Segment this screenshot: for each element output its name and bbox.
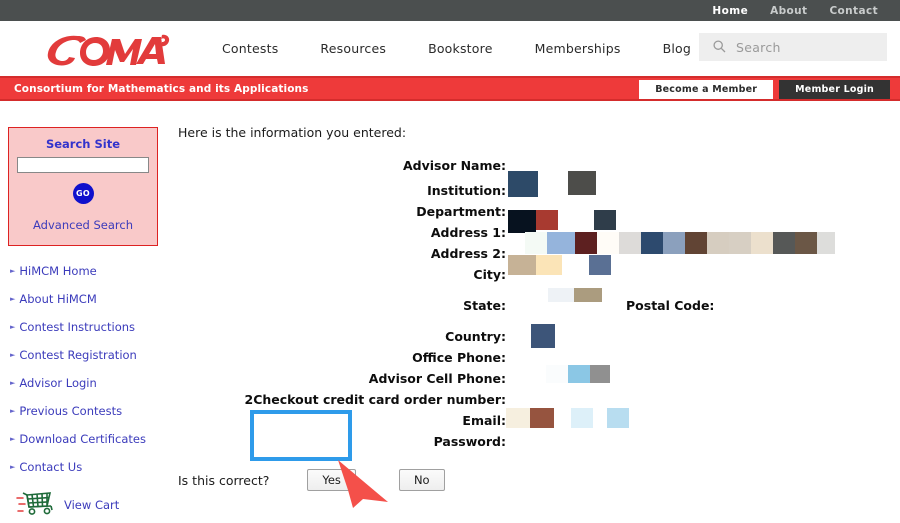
sidebar-item-label: About HiMCM	[19, 292, 97, 306]
red-brand-bar: Consortium for Mathematics and its Appli…	[0, 76, 900, 101]
nav-item-memberships[interactable]: Memberships	[535, 41, 621, 56]
nav-item-bookstore[interactable]: Bookstore	[428, 41, 493, 56]
chevron-right-icon: ►	[10, 378, 16, 387]
search-site-title: Search Site	[45, 137, 121, 151]
field-label: Country:	[445, 328, 506, 344]
sidebar-search-input[interactable]	[17, 157, 149, 173]
search-icon	[713, 38, 726, 57]
sidebar-item-advisor-login[interactable]: ► Advisor Login	[8, 376, 170, 390]
sidebar-item-contest-registration[interactable]: ► Contest Registration	[8, 348, 170, 362]
header-search-input[interactable]: Search	[699, 33, 887, 61]
field-label: Advisor Cell Phone:	[368, 371, 506, 386]
field-row-address-2: Address 2:	[170, 246, 900, 267]
field-label: Department:	[416, 204, 506, 219]
nav-item-blog[interactable]: Blog	[663, 41, 691, 56]
field-row-state-postal: State: Postal Code:	[170, 288, 900, 322]
chevron-right-icon: ►	[10, 350, 16, 359]
field-label: State:	[463, 297, 506, 313]
field-label: Email:	[462, 413, 506, 428]
chevron-right-icon: ►	[10, 266, 16, 275]
sidebar-navigation: ► HiMCM Home ► About HiMCM ► Contest Ins…	[8, 264, 170, 474]
field-label: Institution:	[427, 183, 506, 198]
sidebar-item-previous-contests[interactable]: ► Previous Contests	[8, 404, 170, 418]
chevron-right-icon: ►	[10, 406, 16, 415]
chevron-right-icon: ►	[10, 434, 16, 443]
field-row-institution: Institution:	[170, 183, 900, 204]
comap-logo[interactable]	[40, 26, 170, 72]
sidebar-item-himcm-home[interactable]: ► HiMCM Home	[8, 264, 170, 278]
main-navigation: Contests Resources Bookstore Memberships…	[222, 41, 733, 56]
utility-bar: Home About Contact	[0, 0, 900, 21]
site-header: Contests Resources Bookstore Memberships…	[0, 21, 900, 76]
no-button[interactable]: No	[398, 469, 445, 491]
sidebar-item-label: Contest Registration	[19, 348, 137, 362]
chevron-right-icon: ►	[10, 322, 16, 331]
become-a-member-button[interactable]: Become a Member	[639, 80, 774, 99]
field-row-city: City:	[170, 267, 900, 288]
go-button[interactable]: GO	[72, 183, 94, 204]
sidebar: Search Site GO Advanced Search ► HiMCM H…	[0, 101, 170, 520]
brand-tagline: Consortium for Mathematics and its Appli…	[14, 82, 309, 95]
sidebar-item-label: Download Certificates	[19, 432, 146, 446]
field-label: Password:	[433, 434, 506, 449]
field-row-address-1: Address 1:	[170, 225, 900, 246]
sidebar-search-box: Search Site GO Advanced Search	[8, 127, 158, 246]
field-label: Address 1:	[430, 225, 506, 240]
chevron-right-icon: ►	[10, 462, 16, 471]
field-label-postal-code: Postal Code:	[626, 297, 715, 313]
view-cart-label: View Cart	[64, 498, 120, 512]
confirm-row: Is this correct? Yes No	[178, 469, 900, 491]
field-label: Office Phone:	[412, 350, 506, 365]
field-label: Address 2:	[430, 246, 506, 261]
intro-text: Here is the information you entered:	[178, 125, 407, 140]
confirm-question: Is this correct?	[178, 472, 270, 488]
field-row-country: Country:	[170, 322, 900, 350]
utility-link-home[interactable]: Home	[712, 5, 748, 17]
field-label: Advisor Name:	[403, 158, 506, 173]
field-row-office-phone: Office Phone:	[170, 350, 900, 371]
sidebar-item-about-himcm[interactable]: ► About HiMCM	[8, 292, 170, 306]
yes-button[interactable]: Yes	[307, 469, 356, 491]
field-row-department: Department:	[170, 204, 900, 225]
main-content: Here is the information you entered: Adv…	[170, 101, 900, 491]
nav-item-contests[interactable]: Contests	[222, 41, 278, 56]
field-label: 2Checkout credit card order number:	[244, 392, 506, 407]
shopping-cart-icon	[16, 490, 58, 520]
sidebar-item-label: Contact Us	[19, 460, 83, 474]
sidebar-item-contact-us[interactable]: ► Contact Us	[8, 460, 170, 474]
view-cart-link[interactable]: View Cart	[16, 490, 170, 520]
sidebar-item-label: Advisor Login	[19, 376, 97, 390]
field-row-advisor-name: Advisor Name:	[170, 158, 900, 183]
entered-information-list: Advisor Name: Institution: Department: A…	[170, 158, 900, 455]
sidebar-item-label: Previous Contests	[19, 404, 123, 418]
sidebar-item-contest-instructions[interactable]: ► Contest Instructions	[8, 320, 170, 334]
header-search-placeholder: Search	[736, 39, 781, 55]
sidebar-item-label: HiMCM Home	[19, 264, 97, 278]
field-label: City:	[473, 267, 506, 282]
field-row-2checkout-order-number: 2Checkout credit card order number:	[170, 392, 900, 413]
utility-link-contact[interactable]: Contact	[829, 5, 878, 17]
member-login-button[interactable]: Member Login	[779, 80, 890, 99]
advanced-search-link[interactable]: Advanced Search	[33, 218, 133, 232]
utility-link-about[interactable]: About	[770, 5, 807, 17]
sidebar-item-label: Contest Instructions	[19, 320, 136, 334]
field-row-advisor-cell-phone: Advisor Cell Phone:	[170, 371, 900, 392]
page-body: Search Site GO Advanced Search ► HiMCM H…	[0, 101, 900, 520]
red-bar-buttons: Become a Member Member Login	[639, 80, 890, 99]
sidebar-item-download-certificates[interactable]: ► Download Certificates	[8, 432, 170, 446]
chevron-right-icon: ►	[10, 294, 16, 303]
nav-item-resources[interactable]: Resources	[320, 41, 386, 56]
field-row-email: Email:	[170, 413, 900, 434]
field-row-password: Password:	[170, 434, 900, 455]
